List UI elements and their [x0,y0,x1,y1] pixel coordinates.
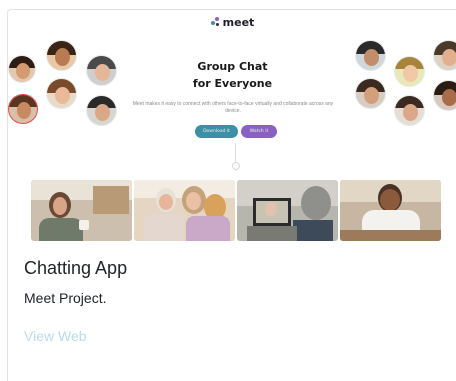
meet-logo-text: meet [222,16,255,29]
photo-man-on-laptop [340,180,441,241]
download-button[interactable]: Download it [195,125,238,138]
meet-logo: meet [8,16,456,29]
hero-title-line1: Group Chat [197,60,268,73]
view-web-link[interactable]: View Web [24,328,87,344]
card-description: Meet Project. [24,290,107,306]
hero-title-line2: for Everyone [192,77,273,90]
project-preview-image[interactable]: meet Group Chat for Everyone Meet makes … [8,10,456,246]
avatar [394,95,425,126]
hero-subtitle: Meet makes it easy to connect with other… [132,101,334,114]
meet-logo-icon [210,17,221,27]
scroll-indicator-icon [232,162,240,170]
card-title: Chatting App [24,258,128,278]
avatar [8,94,38,124]
project-card: meet Group Chat for Everyone Meet makes … [7,9,456,381]
avatar [86,95,117,126]
photo-family-group [134,180,235,241]
photo-woman-with-coffee [31,180,132,241]
photo-video-call-laptop [237,180,338,241]
watch-button[interactable]: Watch it [241,125,277,138]
